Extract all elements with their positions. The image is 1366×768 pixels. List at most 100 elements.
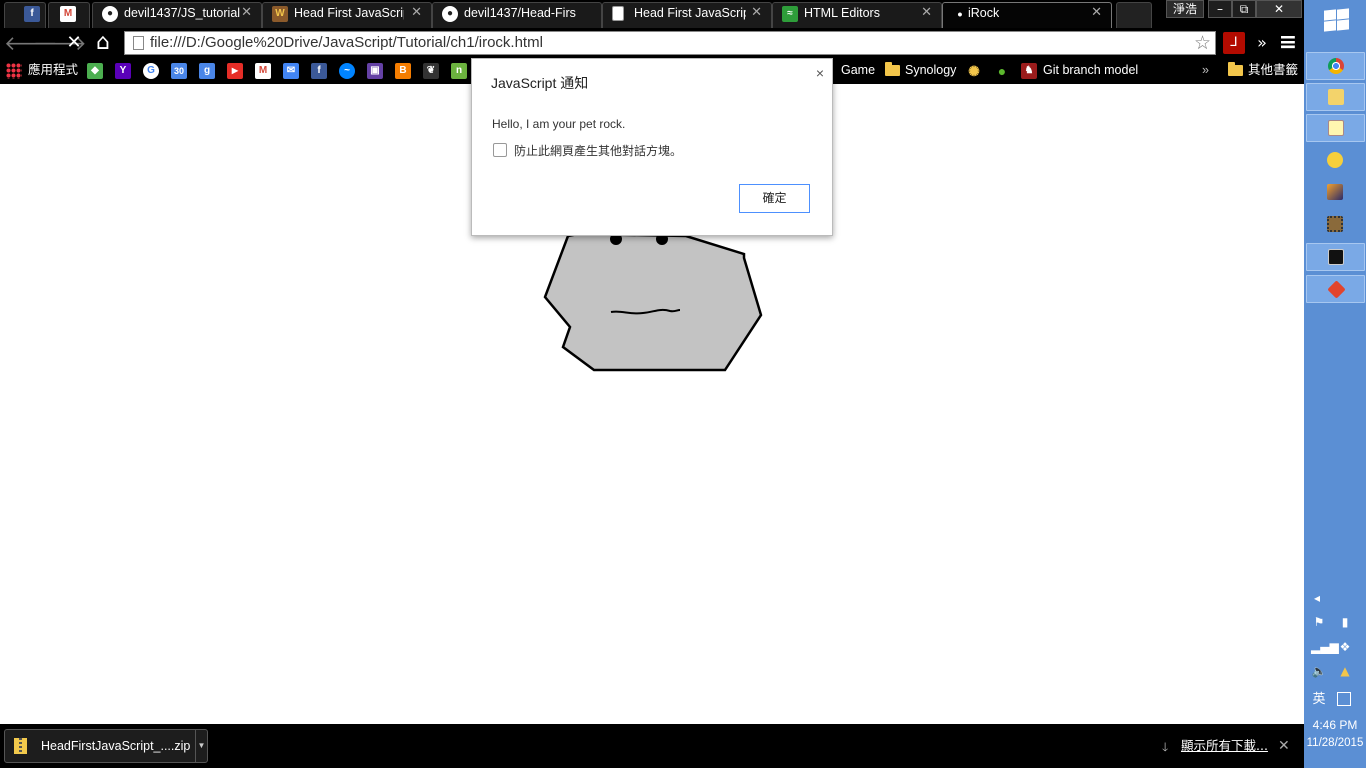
window-user-badge[interactable]: 淨浩 (1166, 0, 1205, 18)
clock-date[interactable]: 11/28/2015 (1304, 737, 1366, 749)
dropbox-icon[interactable]: ❖ (1337, 640, 1353, 654)
youtube-icon[interactable]: ▶ (227, 63, 243, 79)
download-filename[interactable]: HeadFirstJavaScript_....zip (41, 730, 190, 762)
google-maps-icon[interactable]: ◆ (87, 63, 103, 79)
github-icon: ● (102, 6, 118, 22)
show-hidden-icons-button[interactable]: ◂ (1309, 591, 1325, 605)
action-center-flag-icon[interactable]: ⚑ (1311, 615, 1327, 629)
tab-close-icon[interactable]: ✕ (241, 2, 252, 24)
page-icon (133, 36, 144, 50)
tab-close-icon[interactable]: ✕ (411, 2, 422, 24)
bookmark-star-icon[interactable]: ☆ (1194, 32, 1211, 54)
new-tab-button[interactable] (1116, 2, 1152, 28)
git-icon (1327, 280, 1346, 299)
settings-gear-icon (1327, 216, 1343, 232)
taskbar-notepad[interactable] (1306, 114, 1365, 142)
folder-icon (1328, 89, 1344, 105)
bookmark-game[interactable]: Game (841, 58, 875, 82)
network-signal-icon[interactable]: ▂▄▆ (1311, 640, 1339, 654)
folder-icon (885, 62, 900, 76)
close-shelf-icon[interactable]: ✕ (1278, 724, 1290, 768)
ime-mode-icon[interactable] (1337, 692, 1351, 706)
pdf-extension-icon[interactable]: ⅃ (1223, 32, 1245, 54)
tool-icon[interactable]: n (451, 63, 467, 79)
bookmark-synology[interactable]: Synology (905, 58, 956, 82)
download-options-button[interactable]: ▼ (195, 730, 207, 762)
volume-icon[interactable]: 🔈 (1311, 664, 1327, 678)
start-button[interactable] (1320, 8, 1350, 32)
restore-button[interactable]: ⧉ (1232, 0, 1256, 18)
taskbar-chrome[interactable] (1306, 52, 1365, 80)
tab-head-first-1[interactable]: W Head First JavaScript I ✕ (262, 2, 432, 28)
tab-head-first-2[interactable]: Head First JavaScript I ✕ (602, 2, 772, 28)
tab-close-icon[interactable]: ✕ (751, 2, 762, 24)
minimize-button[interactable]: – (1208, 0, 1232, 18)
home-button[interactable]: ⌂ (91, 31, 115, 55)
javascript-alert-dialog: JavaScript 通知 × Hello, I am your pet roc… (471, 58, 833, 236)
blogger-icon[interactable]: B (395, 63, 411, 79)
tab-title: devil1437/JS_tutorial (124, 6, 241, 20)
show-all-downloads-link[interactable]: 顯示所有下載... (1181, 724, 1268, 768)
back-button[interactable]: 🡐 (4, 31, 58, 55)
zip-file-icon (14, 738, 27, 754)
tab-title: devil1437/Head-First- (464, 6, 576, 20)
battery-icon[interactable]: ▮ (1337, 615, 1353, 629)
forward-button[interactable]: 🡒 (33, 31, 87, 55)
stop-button[interactable]: ✕ (62, 31, 86, 55)
download-shelf: HeadFirstJavaScript_....zip ▼ 🡓 顯示所有下載..… (0, 724, 1304, 768)
taskbar-app-4[interactable] (1306, 147, 1365, 175)
input-language-indicator[interactable]: 英 (1311, 693, 1327, 707)
tab-github-js-tutorial[interactable]: ● devil1437/JS_tutorial ✕ (92, 2, 262, 28)
extensions-overflow-button[interactable]: » (1250, 31, 1274, 55)
taskbar-git[interactable] (1306, 275, 1365, 303)
tab-close-icon[interactable]: ✕ (1091, 2, 1102, 24)
dialog-close-icon[interactable]: × (816, 65, 824, 81)
taskbar-app-6[interactable] (1306, 211, 1365, 239)
taskbar-command-prompt[interactable] (1306, 243, 1365, 271)
inbox-icon[interactable]: ✉ (283, 63, 299, 79)
tab-strip: f M ● devil1437/JS_tutorial ✕ W Head Fir… (0, 0, 1304, 28)
tab-github-head-first[interactable]: ● devil1437/Head-First- (432, 2, 602, 28)
bookmark-other[interactable]: 其他書籤 (1248, 58, 1298, 82)
notepad-icon (1328, 120, 1344, 136)
tab-html-editors[interactable]: ≈ HTML Editors ✕ (772, 2, 942, 28)
android-icon[interactable]: ● (994, 63, 1010, 79)
calendar-icon[interactable]: 30 (171, 63, 187, 79)
chrome-menu-button[interactable]: ≡ (1276, 31, 1300, 55)
twitch-icon[interactable]: ▣ (367, 63, 383, 79)
matlab-icon (1327, 184, 1343, 200)
bookmark-git-branch-model[interactable]: Git branch model (1043, 58, 1138, 82)
lightbulb-icon[interactable]: ✺ (966, 63, 982, 79)
game-icon (1327, 152, 1343, 168)
ok-button[interactable]: 確定 (739, 184, 810, 213)
taskbar-file-explorer[interactable] (1306, 83, 1365, 111)
url-text[interactable]: file:///D:/Google%20Drive/JavaScript/Tut… (150, 32, 543, 54)
bookmark-apps[interactable]: 應用程式 (28, 58, 78, 82)
chrome-icon (1328, 58, 1344, 74)
apps-grid-icon[interactable] (6, 63, 22, 79)
clock-time[interactable]: 4:46 PM (1304, 718, 1366, 732)
w-logo-icon: W (272, 6, 288, 22)
dialog-title: JavaScript 通知 (491, 75, 589, 91)
google-plus-icon[interactable]: g (199, 63, 215, 79)
facebook-bookmark-icon[interactable]: f (311, 63, 327, 79)
download-item[interactable]: HeadFirstJavaScript_....zip ▼ (4, 729, 208, 763)
tab-facebook[interactable]: f (4, 2, 46, 28)
feedly-icon[interactable]: ❦ (423, 63, 439, 79)
gmail-bookmark-icon[interactable]: M (255, 63, 271, 79)
tab-irock[interactable]: • iRock ✕ (942, 2, 1112, 28)
google-icon[interactable]: G (143, 63, 159, 79)
suppress-dialogs-label[interactable]: 防止此網頁產生其他對話方塊。 (514, 142, 682, 159)
suppress-dialogs-checkbox[interactable] (493, 143, 507, 157)
tab-gmail[interactable]: M (48, 2, 90, 28)
tab-title: iRock (968, 6, 1000, 20)
close-window-button[interactable]: ✕ (1256, 0, 1302, 18)
folder-icon (1228, 62, 1243, 76)
taskbar-app-5[interactable] (1306, 179, 1365, 207)
bookmarks-overflow-button[interactable]: » (1202, 58, 1209, 82)
yahoo-icon[interactable]: Y (115, 63, 131, 79)
messenger-icon[interactable]: ~ (339, 63, 355, 79)
tab-close-icon[interactable]: ✕ (921, 2, 932, 24)
address-bar[interactable]: file:///D:/Google%20Drive/JavaScript/Tut… (124, 31, 1216, 55)
google-drive-icon[interactable]: ▲ (1337, 664, 1353, 678)
